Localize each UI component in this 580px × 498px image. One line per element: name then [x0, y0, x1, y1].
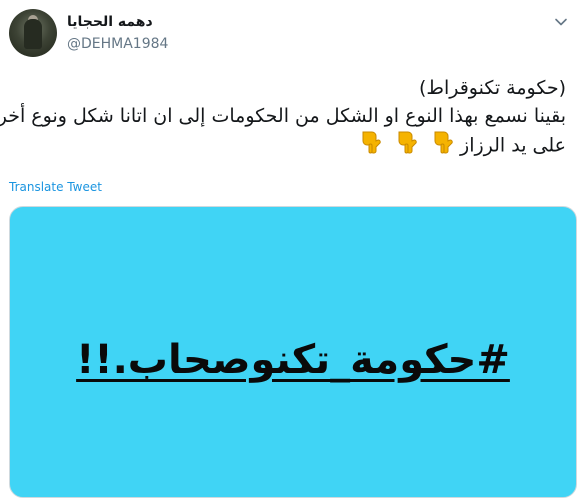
chevron-down-icon[interactable]: [554, 15, 568, 29]
display-name[interactable]: دهمه الحجايا: [67, 14, 153, 30]
pointing-down-emoji-icon: [432, 130, 454, 162]
image-hashtag-text: #حكومة_تكنوصحاب.!!: [76, 337, 510, 383]
user-handle[interactable]: @DEHMA1984: [67, 36, 168, 52]
tweet-card: دهمه الحجايا @DEHMA1984 (حكومة تكنوقراط)…: [0, 0, 580, 498]
avatar-figure: [24, 19, 42, 49]
tweet-text-line-with-emoji: على يد الرزاز: [6, 130, 566, 162]
avatar[interactable]: [9, 9, 57, 57]
tweet-text: (حكومة تكنوقراط) بقينا نسمع بهذا النوع ا…: [0, 74, 566, 162]
tweet-header: دهمه الحجايا @DEHMA1984: [9, 9, 580, 61]
pointing-down-emoji-icon: [360, 130, 382, 162]
translate-tweet-link[interactable]: Translate Tweet: [9, 180, 102, 194]
tweet-text-line: بقينا نسمع بهذا النوع او الشكل من الحكوم…: [0, 105, 566, 127]
pointing-down-emoji-icon: [396, 130, 418, 162]
tweet-text-line: على يد الرزاز: [460, 134, 566, 157]
tweet-image[interactable]: #حكومة_تكنوصحاب.!!: [9, 206, 577, 498]
tweet-text-line: (حكومة تكنوقراط): [418, 77, 566, 99]
